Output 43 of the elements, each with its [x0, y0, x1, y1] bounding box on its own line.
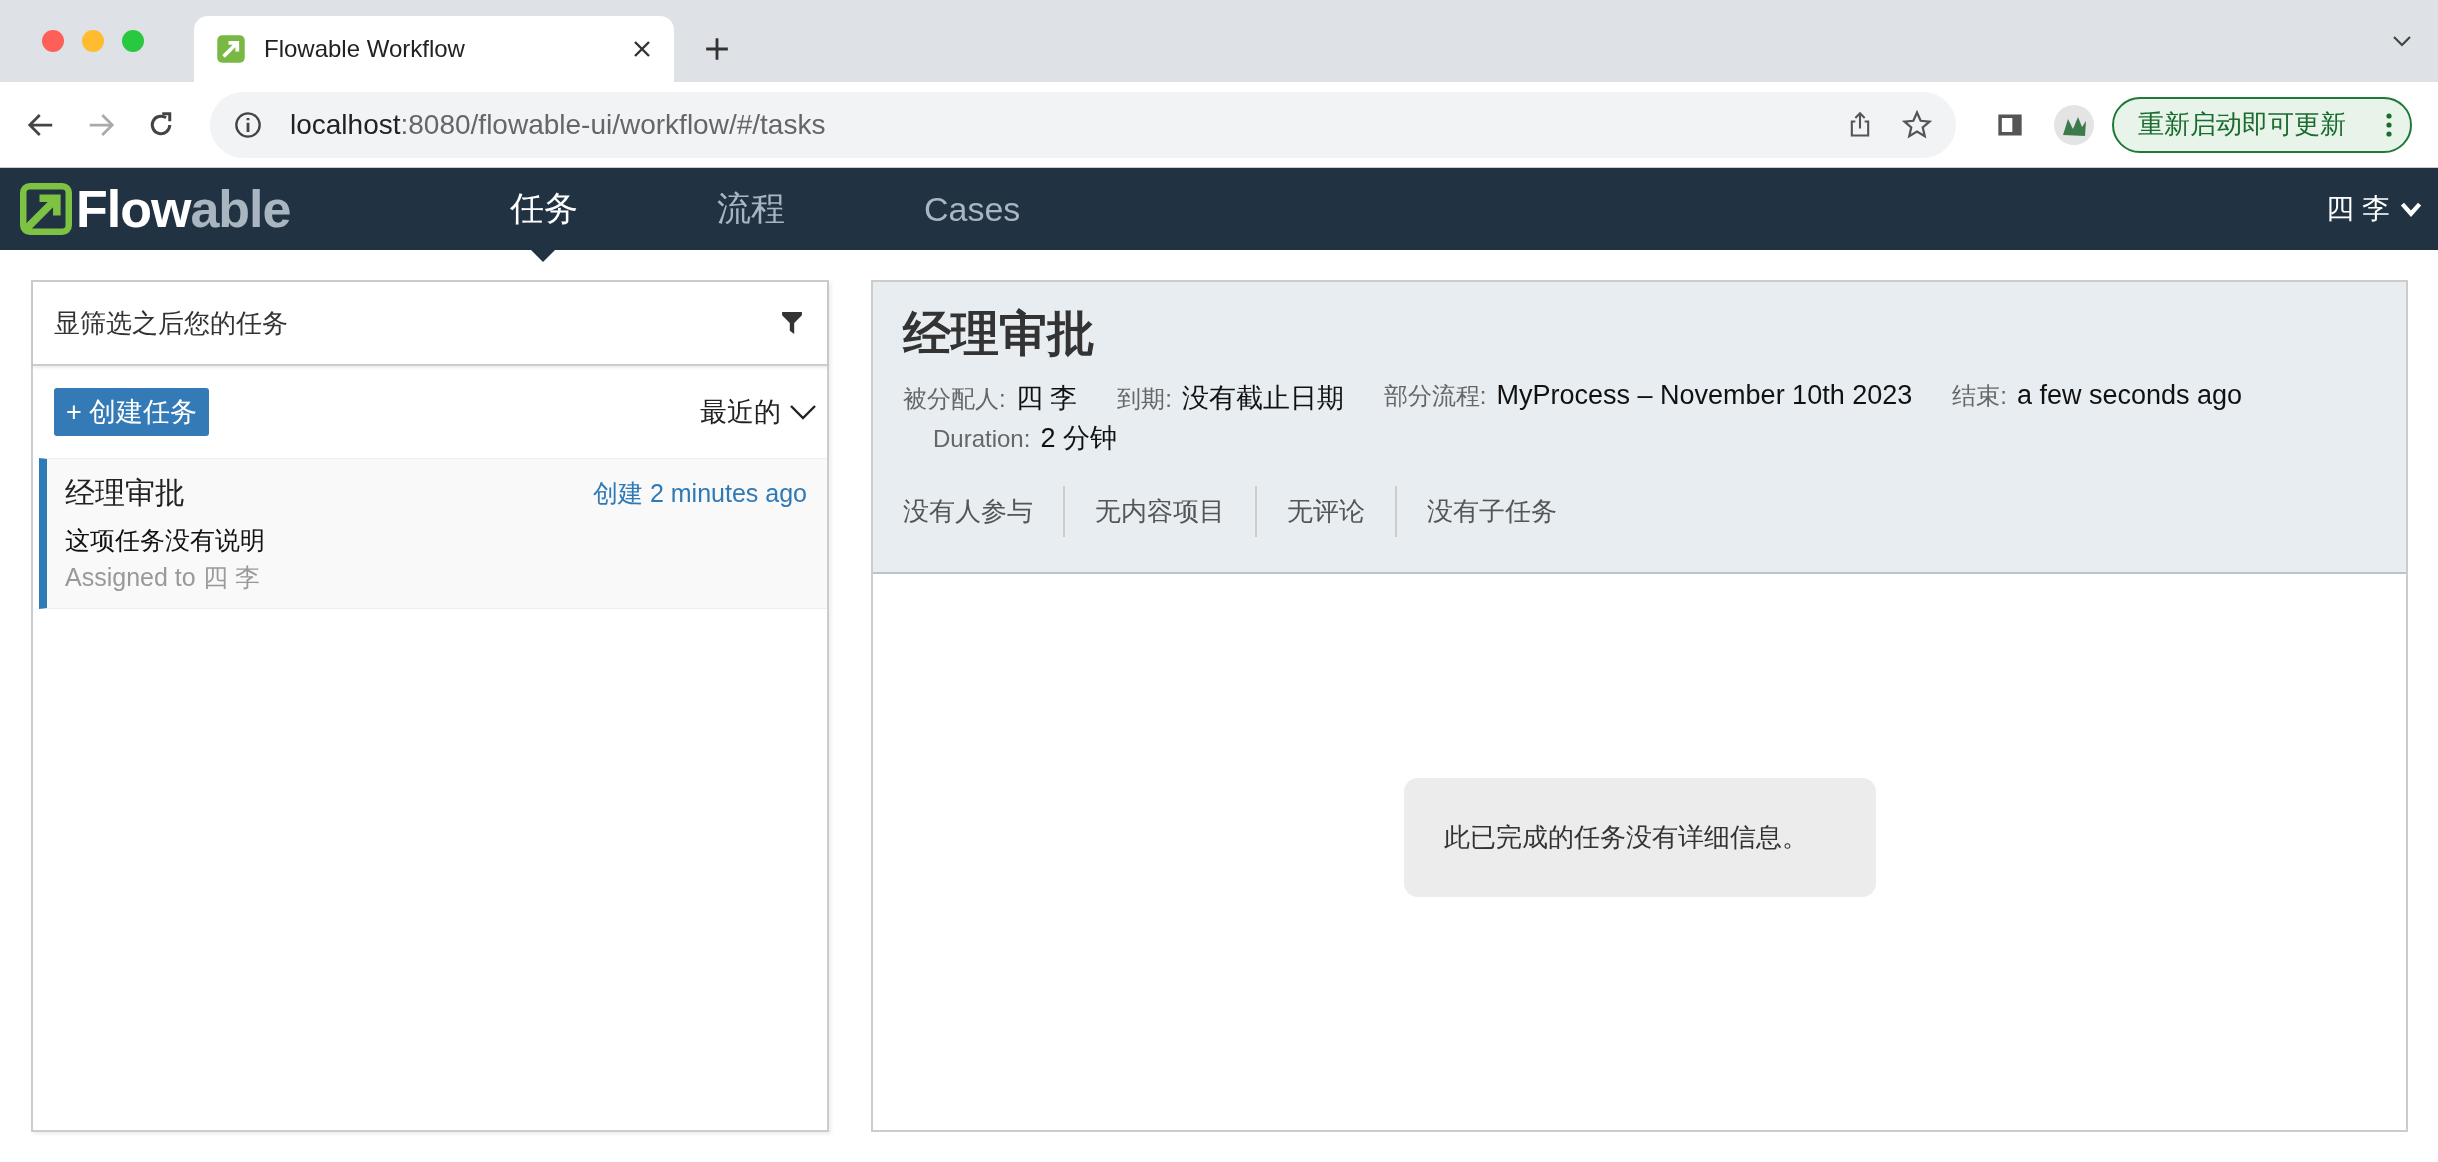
meta-value: 没有截止日期	[1181, 382, 1344, 415]
meta-value: 四 李	[1015, 382, 1078, 415]
meta-value: 2 分钟	[1040, 422, 1117, 455]
task-item[interactable]: 经理审批 创建 2 minutes ago 这项任务没有说明 Assigned to 四 李	[39, 458, 827, 609]
meta-label: Duration:	[933, 425, 1031, 453]
meta-label: 被分配人:	[903, 384, 1006, 414]
assignee-text: Assigned to 四 李	[65, 562, 261, 593]
url-text: localhost:8080/flowable-ui/workflow/#/tasks	[290, 108, 826, 141]
close-tab-icon[interactable]	[632, 39, 652, 59]
browser-tab[interactable]: Flowable Workflow	[194, 16, 674, 82]
kebab-menu-icon[interactable]	[2386, 112, 2392, 137]
task-description: 这项任务没有说明	[65, 525, 266, 556]
detail-tab[interactable]: 没有子任务	[1395, 486, 1587, 537]
meta-label: 结束:	[1952, 381, 2007, 411]
nav-tab[interactable]: 任务	[510, 186, 578, 232]
meta-label: 到期:	[1117, 384, 1172, 414]
info-message: 此已完成的任务没有详细信息。	[1403, 777, 1876, 897]
logo-wordmark: Flowable	[76, 179, 291, 239]
task-title: 经理审批	[903, 306, 1096, 362]
detail-tab[interactable]: 无内容项目	[1063, 486, 1255, 537]
user-menu[interactable]: 四 李	[2326, 190, 2390, 228]
update-button[interactable]: 重新启动即可更新	[2112, 96, 2412, 153]
chevron-down-icon[interactable]	[789, 404, 817, 420]
nav-tab[interactable]: 流程	[717, 186, 785, 232]
task-title: 经理审批	[65, 475, 185, 511]
sort-dropdown[interactable]: 最近的	[700, 394, 781, 430]
avatar-icon[interactable]	[2054, 104, 2094, 145]
filter-title: 显筛选之后您的任务	[54, 306, 288, 340]
create-task-button[interactable]: + 创建任务	[54, 388, 210, 436]
info-icon	[234, 110, 262, 139]
new-tab-icon[interactable]	[704, 36, 730, 62]
chevron-down-icon[interactable]	[2392, 35, 2412, 47]
detail-tab[interactable]: 没有人参与	[903, 486, 1063, 537]
meta-label: 部分流程:	[1383, 381, 1487, 411]
meta-value: a few seconds ago	[2016, 380, 2243, 411]
filter-icon[interactable]	[781, 310, 803, 336]
meta-value: MyProcess – November 10th 2023	[1496, 380, 1913, 411]
address-bar[interactable]: localhost:8080/flowable-ui/workflow/#/tasks	[210, 91, 1956, 158]
arrow-favicon-icon	[216, 34, 246, 64]
nav-tab[interactable]: Cases	[924, 189, 1021, 229]
star-icon[interactable]	[1902, 109, 1932, 140]
created-time: 创建 2 minutes ago	[593, 478, 807, 509]
detail-tab[interactable]: 无评论	[1255, 486, 1395, 537]
